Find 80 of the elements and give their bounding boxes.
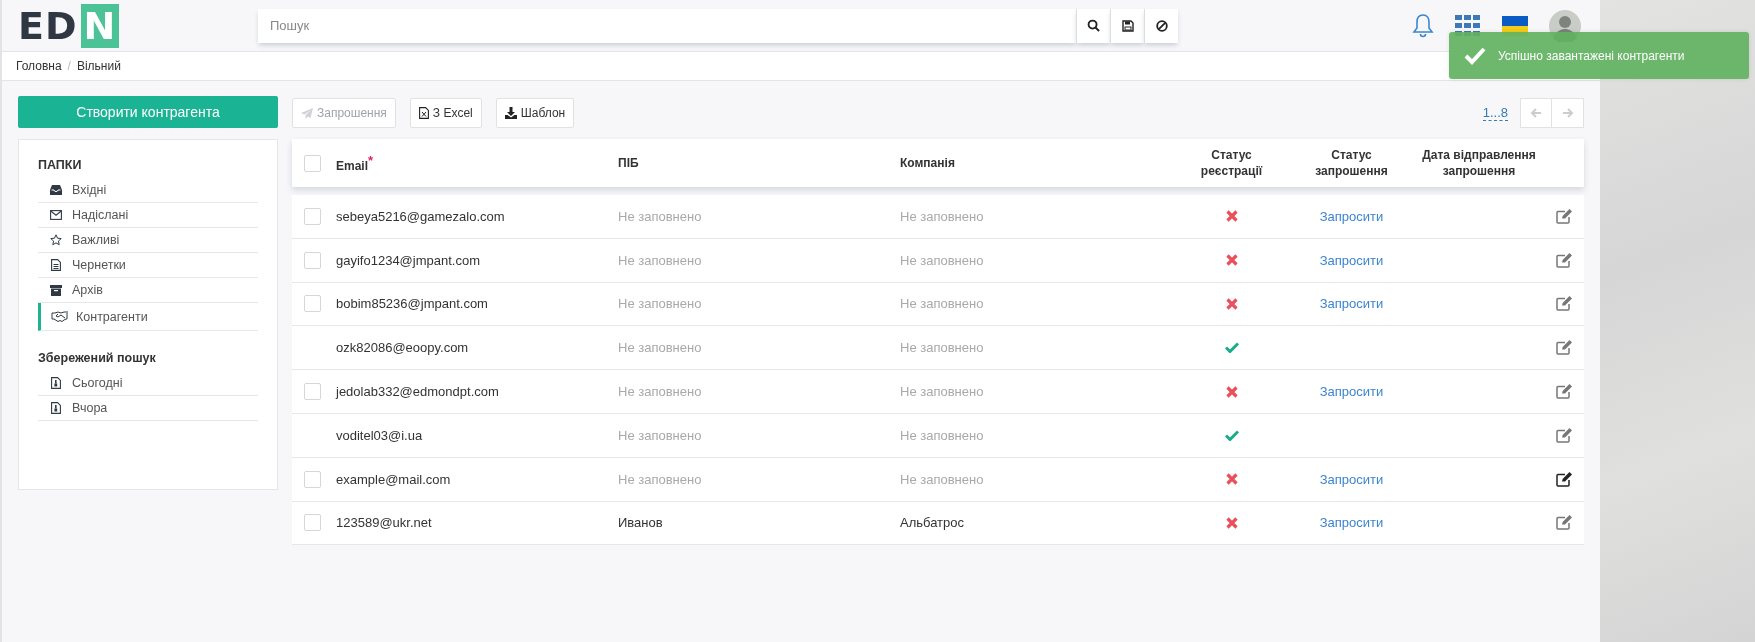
row-checkbox[interactable] bbox=[304, 383, 321, 401]
section-title: Збережений пошук bbox=[38, 350, 157, 367]
arrow-left-icon bbox=[1530, 107, 1542, 119]
ban-icon bbox=[1155, 19, 1168, 32]
table-cell-text: example@mail.com bbox=[336, 471, 452, 487]
archive-icon bbox=[47, 284, 65, 296]
column-header: Компанія bbox=[900, 155, 956, 171]
edit-icon[interactable] bbox=[1556, 471, 1573, 487]
column-header: ПІБ bbox=[618, 155, 640, 171]
check-icon bbox=[1464, 46, 1486, 65]
invite-link[interactable]: Запросити bbox=[1319, 515, 1384, 531]
section-title: ПАПКИ bbox=[38, 158, 83, 174]
table-cell-text: Не заповнено bbox=[900, 384, 985, 400]
row-checkbox[interactable] bbox=[304, 295, 321, 313]
sidebar-item[interactable]: Надіслані bbox=[38, 203, 258, 228]
table-cell-text: Не заповнено bbox=[618, 252, 703, 268]
column-header: Статус запрошення bbox=[1314, 147, 1389, 179]
table-cell-text: Не заповнено bbox=[618, 427, 703, 443]
table-cell-text: Не заповнено bbox=[618, 340, 703, 356]
table-cell-text: Не заповнено bbox=[900, 296, 985, 312]
toolbar-button[interactable]: Шаблон bbox=[495, 98, 575, 128]
save-icon bbox=[1121, 19, 1134, 32]
table-cell-text: Не заповнено bbox=[900, 252, 985, 268]
invite-link[interactable]: Запросити bbox=[1319, 296, 1384, 312]
logo: ED N bbox=[18, 5, 258, 46]
sidebar-item[interactable]: Важливі bbox=[38, 228, 258, 253]
sidebar-item[interactable]: Вчора bbox=[38, 396, 258, 421]
column-header: Статус реєстрації bbox=[1199, 147, 1264, 179]
star-icon bbox=[47, 234, 65, 246]
invite-link[interactable]: Запросити bbox=[1319, 384, 1384, 400]
column-header: Дата відправлення запрошення bbox=[1421, 147, 1537, 179]
clear-button[interactable] bbox=[1144, 8, 1178, 43]
row-checkbox[interactable] bbox=[304, 251, 321, 269]
table-cell-text: gayifo1234@jmpant.com bbox=[336, 252, 481, 268]
row-checkbox[interactable] bbox=[304, 514, 321, 532]
excel-file-icon bbox=[418, 107, 429, 119]
pagination-link[interactable]: 1...8 bbox=[1482, 105, 1508, 121]
table-cell-text: ozk82086@eoopy.com bbox=[336, 340, 470, 356]
toolbar-button[interactable]: З Excel bbox=[409, 98, 482, 128]
row-checkbox[interactable] bbox=[304, 207, 321, 225]
row-checkbox[interactable] bbox=[304, 470, 321, 488]
breadcrumb-separator: / bbox=[67, 59, 71, 73]
table-cell-text: Не заповнено bbox=[618, 384, 703, 400]
table-cell-text: Не заповнено bbox=[618, 208, 703, 224]
select-all-checkbox[interactable] bbox=[304, 154, 321, 172]
bell-icon[interactable] bbox=[1412, 12, 1434, 39]
sidebar-item[interactable]: Вхідні bbox=[38, 178, 258, 203]
save-button[interactable] bbox=[1110, 8, 1144, 43]
handshake-icon bbox=[51, 311, 69, 322]
search-icon bbox=[1087, 19, 1100, 32]
toast-message: Успішно завантажені контрагенти bbox=[1498, 48, 1685, 63]
table-cell-text: Не заповнено bbox=[900, 208, 985, 224]
table-cell-text: Не заповнено bbox=[900, 427, 985, 443]
sidebar-item[interactable]: Архів bbox=[38, 278, 258, 303]
table-cell-text: Иванов bbox=[618, 515, 664, 531]
inbox-icon bbox=[47, 185, 65, 195]
download-icon bbox=[504, 107, 517, 119]
sidebar-item[interactable]: Сьогодні bbox=[38, 371, 258, 396]
breadcrumb-link[interactable]: Вільний bbox=[76, 59, 121, 73]
paper-plane-icon bbox=[301, 107, 313, 119]
table-cell-text: bobim85236@jmpant.com bbox=[336, 296, 489, 312]
envelope-icon bbox=[47, 210, 65, 220]
sidebar-item[interactable]: Контрагенти bbox=[38, 303, 258, 331]
table-cell-text: Не заповнено bbox=[900, 471, 985, 487]
table-cell-text: jedolab332@edmondpt.com bbox=[336, 384, 500, 400]
table-cell-text: Не заповнено bbox=[618, 296, 703, 312]
invite-link[interactable]: Запросити bbox=[1319, 252, 1384, 268]
table-cell-text: sebeya5216@gamezalo.com bbox=[336, 208, 506, 224]
table-cell-text: Не заповнено bbox=[900, 340, 985, 356]
table-cell-text: Альбатрос bbox=[900, 515, 966, 531]
table-cell-text: Не заповнено bbox=[618, 471, 703, 487]
breadcrumb-link[interactable]: Головна bbox=[16, 59, 62, 73]
search-field[interactable]: Пошук bbox=[258, 8, 1076, 43]
invite-link[interactable]: Запросити bbox=[1319, 471, 1384, 487]
arrow-right-icon bbox=[1561, 107, 1574, 119]
table-cell-text: 123589@ukr.net bbox=[336, 515, 433, 531]
search-button[interactable] bbox=[1076, 8, 1110, 43]
table-cell-text: voditel03@i.ua bbox=[336, 427, 424, 443]
sidebar-item[interactable]: Чернетки bbox=[38, 253, 258, 278]
invite-link[interactable]: Запросити bbox=[1319, 208, 1384, 224]
